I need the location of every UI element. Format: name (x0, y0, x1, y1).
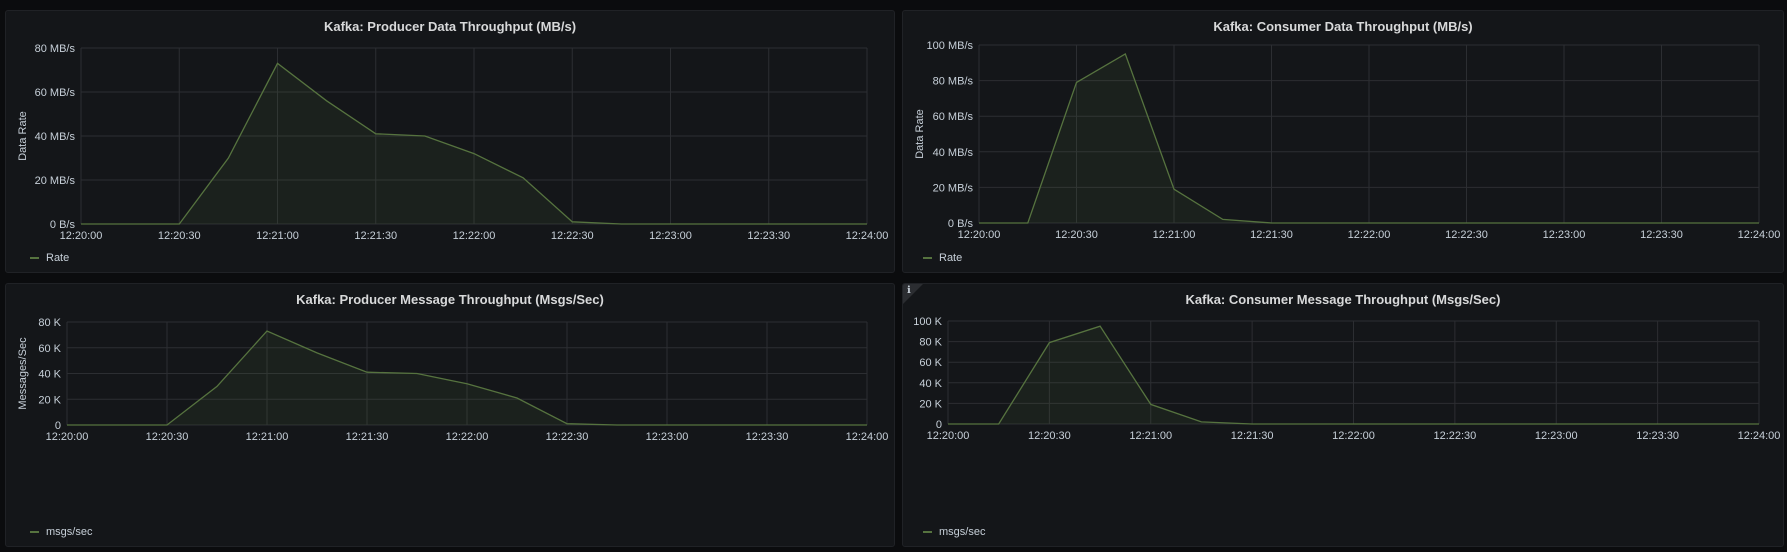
legend-swatch[interactable] (923, 531, 932, 533)
x-tick-label: 12:21:00 (246, 431, 289, 443)
x-tick-label: 12:21:00 (1129, 430, 1172, 442)
legend-label[interactable]: msgs/sec (939, 526, 985, 538)
x-tick-label: 12:22:30 (1445, 229, 1488, 241)
legend-swatch[interactable] (30, 531, 39, 533)
y-tick-label: 100 MB/s (927, 40, 974, 52)
x-tick-label: 12:20:30 (146, 431, 189, 443)
panel-consumer-message-throughput[interactable]: ℹ Kafka: Consumer Message Throughput (Ms… (902, 283, 1784, 547)
x-tick-label: 12:20:00 (927, 430, 970, 442)
x-tick-label: 12:24:00 (846, 431, 889, 443)
x-tick-label: 12:21:30 (346, 431, 389, 443)
x-tick-label: 12:20:30 (1028, 430, 1071, 442)
x-tick-label: 12:20:00 (958, 229, 1001, 241)
x-tick-label: 12:23:00 (649, 230, 692, 242)
chart-producer-data-throughput[interactable]: 0 B/s20 MB/s40 MB/s60 MB/s80 MB/s12:20:0… (6, 11, 895, 273)
x-tick-label: 12:22:00 (446, 431, 489, 443)
y-tick-label: 80 K (38, 317, 61, 329)
legend-label[interactable]: Rate (46, 252, 69, 264)
y-tick-label: 60 MB/s (35, 87, 76, 99)
x-tick-label: 12:22:30 (546, 431, 589, 443)
legend: Rate (30, 252, 69, 264)
y-axis-label: Data Rate (914, 109, 926, 159)
legend: msgs/sec (923, 526, 985, 538)
y-axis-label: Data Rate (17, 111, 29, 161)
y-tick-label: 60 K (919, 357, 942, 369)
y-tick-label: 20 MB/s (933, 182, 974, 194)
legend-swatch[interactable] (30, 257, 39, 259)
y-tick-label: 40 K (38, 369, 61, 381)
y-tick-label: 20 K (38, 394, 61, 406)
y-tick-label: 60 MB/s (933, 111, 974, 123)
panel-consumer-data-throughput[interactable]: Kafka: Consumer Data Throughput (MB/s) 0… (902, 10, 1784, 273)
y-tick-label: 60 K (38, 343, 61, 355)
y-tick-label: 20 K (919, 398, 942, 410)
y-tick-label: 20 MB/s (35, 175, 76, 187)
x-tick-label: 12:21:00 (1153, 229, 1196, 241)
y-tick-label: 80 MB/s (35, 43, 76, 55)
legend-swatch[interactable] (923, 257, 932, 259)
y-tick-label: 100 K (913, 316, 942, 328)
x-tick-label: 12:22:00 (1348, 229, 1391, 241)
y-tick-label: 40 MB/s (35, 131, 76, 143)
chart-producer-message-throughput[interactable]: 020 K40 K60 K80 K12:20:00 12:20:30 12:21:0… (6, 284, 895, 547)
x-tick-label: 12:21:30 (1231, 430, 1274, 442)
legend: msgs/sec (30, 526, 92, 538)
x-tick-label: 12:23:30 (746, 431, 789, 443)
chart-consumer-data-throughput[interactable]: 0 B/s20 MB/s40 MB/s60 MB/s80 MB/s100 MB/… (903, 11, 1784, 273)
x-tick-label: 12:20:00 (46, 431, 89, 443)
y-tick-label: 80 MB/s (933, 76, 974, 88)
x-tick-label: 12:23:30 (747, 230, 790, 242)
x-tick-label: 12:24:00 (1738, 430, 1781, 442)
dashboard: Kafka: Producer Data Throughput (MB/s) 0… (0, 0, 1787, 552)
x-tick-label: 12:24:00 (846, 230, 889, 242)
x-tick-label: 12:20:30 (158, 230, 201, 242)
legend-label[interactable]: Rate (939, 252, 962, 264)
x-tick-label: 12:23:00 (646, 431, 689, 443)
x-tick-label: 12:21:30 (354, 230, 397, 242)
chart-consumer-message-throughput[interactable]: 020 K40 K60 K80 K100 K12:20:00 12:20:30 12… (903, 284, 1784, 547)
x-tick-label: 12:21:00 (256, 230, 299, 242)
x-tick-label: 12:22:00 (1332, 430, 1375, 442)
x-tick-label: 12:22:30 (551, 230, 594, 242)
x-tick-label: 12:22:00 (453, 230, 496, 242)
y-tick-label: 80 K (919, 337, 942, 349)
x-tick-label: 12:23:30 (1640, 229, 1683, 241)
x-tick-label: 12:21:30 (1250, 229, 1293, 241)
x-tick-label: 12:24:00 (1738, 229, 1781, 241)
x-tick-label: 12:23:00 (1535, 430, 1578, 442)
y-axis-label: Messages/Sec (17, 337, 29, 410)
panel-producer-data-throughput[interactable]: Kafka: Producer Data Throughput (MB/s) 0… (5, 10, 895, 273)
panel-producer-message-throughput[interactable]: Kafka: Producer Message Throughput (Msgs… (5, 283, 895, 547)
x-tick-label: 12:23:30 (1636, 430, 1679, 442)
legend-label[interactable]: msgs/sec (46, 526, 92, 538)
x-tick-label: 12:23:00 (1543, 229, 1586, 241)
y-tick-label: 40 MB/s (933, 147, 974, 159)
y-tick-label: 40 K (919, 378, 942, 390)
x-tick-label: 12:22:30 (1433, 430, 1476, 442)
x-tick-label: 12:20:00 (60, 230, 103, 242)
x-tick-label: 12:20:30 (1055, 229, 1098, 241)
legend: Rate (923, 252, 962, 264)
